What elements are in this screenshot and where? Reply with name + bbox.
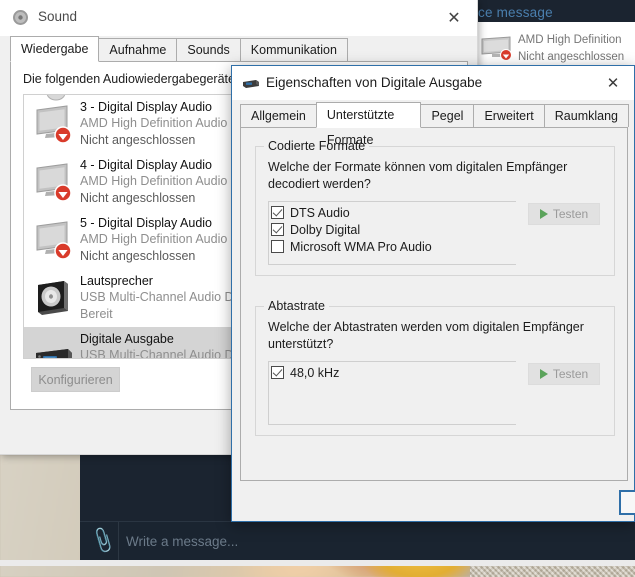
tab-sounds[interactable]: Sounds — [176, 38, 241, 61]
tab-wiedergabe[interactable]: Wiedergabe — [10, 36, 100, 62]
checkbox-48khz[interactable] — [271, 366, 284, 379]
list-item-label: Microsoft WMA Pro Audio — [290, 239, 432, 254]
tab-kommunikation[interactable]: Kommunikation — [239, 38, 348, 61]
monitor-icon — [36, 163, 72, 202]
properties-tab-strip[interactable]: Allgemein Unterstützte Formate Pegel Erw… — [240, 102, 629, 147]
tab-pegel[interactable]: Pegel — [420, 104, 475, 127]
speaker-box-icon — [38, 281, 68, 315]
sample-rate-legend: Abtastrate — [264, 299, 329, 313]
checkbox-dolby-digital[interactable] — [271, 223, 284, 236]
play-icon — [539, 369, 548, 379]
sample-rate-question: Welche der Abtastraten werden vom digita… — [268, 320, 584, 351]
test-sample-rate-button[interactable]: Testen — [528, 363, 600, 385]
properties-dialog-body: Codierte Formate Welche der Formate könn… — [240, 128, 628, 481]
paperclip-icon[interactable]: 📎 — [77, 520, 129, 561]
close-icon[interactable]: ✕ — [431, 0, 477, 36]
chat-composer[interactable]: 📎 Write a message... — [77, 520, 635, 561]
sound-tab-strip[interactable]: Wiedergabe Aufnahme Sounds Kommunikation — [10, 36, 468, 62]
list-item[interactable]: Dolby Digital — [269, 221, 516, 238]
list-item-label: Dolby Digital — [290, 222, 361, 237]
chat-header-title: ce message — [478, 5, 553, 20]
list-item-label: 48,0 kHz — [290, 365, 340, 380]
tab-erweitert[interactable]: Erweitert — [473, 104, 545, 127]
monitor-icon — [36, 221, 72, 260]
list-item[interactable]: Microsoft WMA Pro Audio — [269, 238, 516, 255]
list-item[interactable]: 48,0 kHz — [269, 364, 516, 381]
background-device-driver: AMD High Definition — [518, 34, 622, 46]
tab-allgemein[interactable]: Allgemein — [240, 104, 317, 127]
tab-aufnahme[interactable]: Aufnahme — [98, 38, 178, 61]
test-button-label: Testen — [552, 367, 589, 381]
checkbox-microsoft-wma-pro-audio[interactable] — [271, 240, 284, 253]
sample-rate-groupbox: Abtastrate Welche der Abtastraten werden… — [255, 299, 615, 436]
play-icon — [539, 209, 548, 219]
speaker-icon — [13, 10, 28, 25]
tab-unterstuetzte-formate[interactable]: Unterstützte Formate — [315, 102, 422, 147]
sound-window-title: Sound — [38, 9, 78, 24]
configure-button[interactable]: Konfigurieren — [31, 367, 120, 392]
properties-dialog-button-row: OK Abbrechen Übernehmen — [232, 484, 635, 522]
properties-dialog-titlebar[interactable]: Eigenschaften von Digitale Ausgabe ✕ — [232, 66, 634, 100]
chat-input-placeholder[interactable]: Write a message... — [126, 534, 238, 549]
playback-devices-prompt: Die folgenden Audiowiedergabegeräte s — [23, 72, 245, 86]
list-item[interactable]: DTS Audio — [269, 204, 516, 221]
digital-output-icon — [36, 349, 72, 358]
sound-window-titlebar[interactable]: Sound ✕ — [0, 0, 477, 36]
test-encoded-formats-button[interactable]: Testen — [528, 203, 600, 225]
properties-dialog[interactable]: Eigenschaften von Digitale Ausgabe ✕ All… — [231, 65, 635, 522]
background-device-status: Nicht angeschlossen — [518, 51, 625, 63]
close-icon[interactable]: ✕ — [592, 66, 634, 100]
monitor-icon — [481, 36, 512, 60]
digital-output-icon — [243, 80, 259, 88]
tab-raumklang[interactable]: Raumklang — [543, 104, 629, 127]
sample-rate-list[interactable]: 48,0 kHz — [268, 361, 516, 425]
encoded-formats-groupbox: Codierte Formate Welche der Formate könn… — [255, 139, 615, 276]
taskbar-strip — [0, 560, 635, 566]
ok-button[interactable]: OK — [619, 490, 635, 515]
monitor-icon — [36, 105, 72, 144]
test-button-label: Testen — [552, 207, 589, 221]
properties-dialog-title: Eigenschaften von Digitale Ausgabe — [266, 75, 483, 90]
encoded-formats-list[interactable]: DTS Audio Dolby Digital Microsoft WMA Pr… — [268, 201, 516, 265]
encoded-formats-question: Welche der Formate können vom digitalen … — [268, 160, 568, 191]
checkbox-dts-audio[interactable] — [271, 206, 284, 219]
list-item-label: DTS Audio — [290, 205, 350, 220]
